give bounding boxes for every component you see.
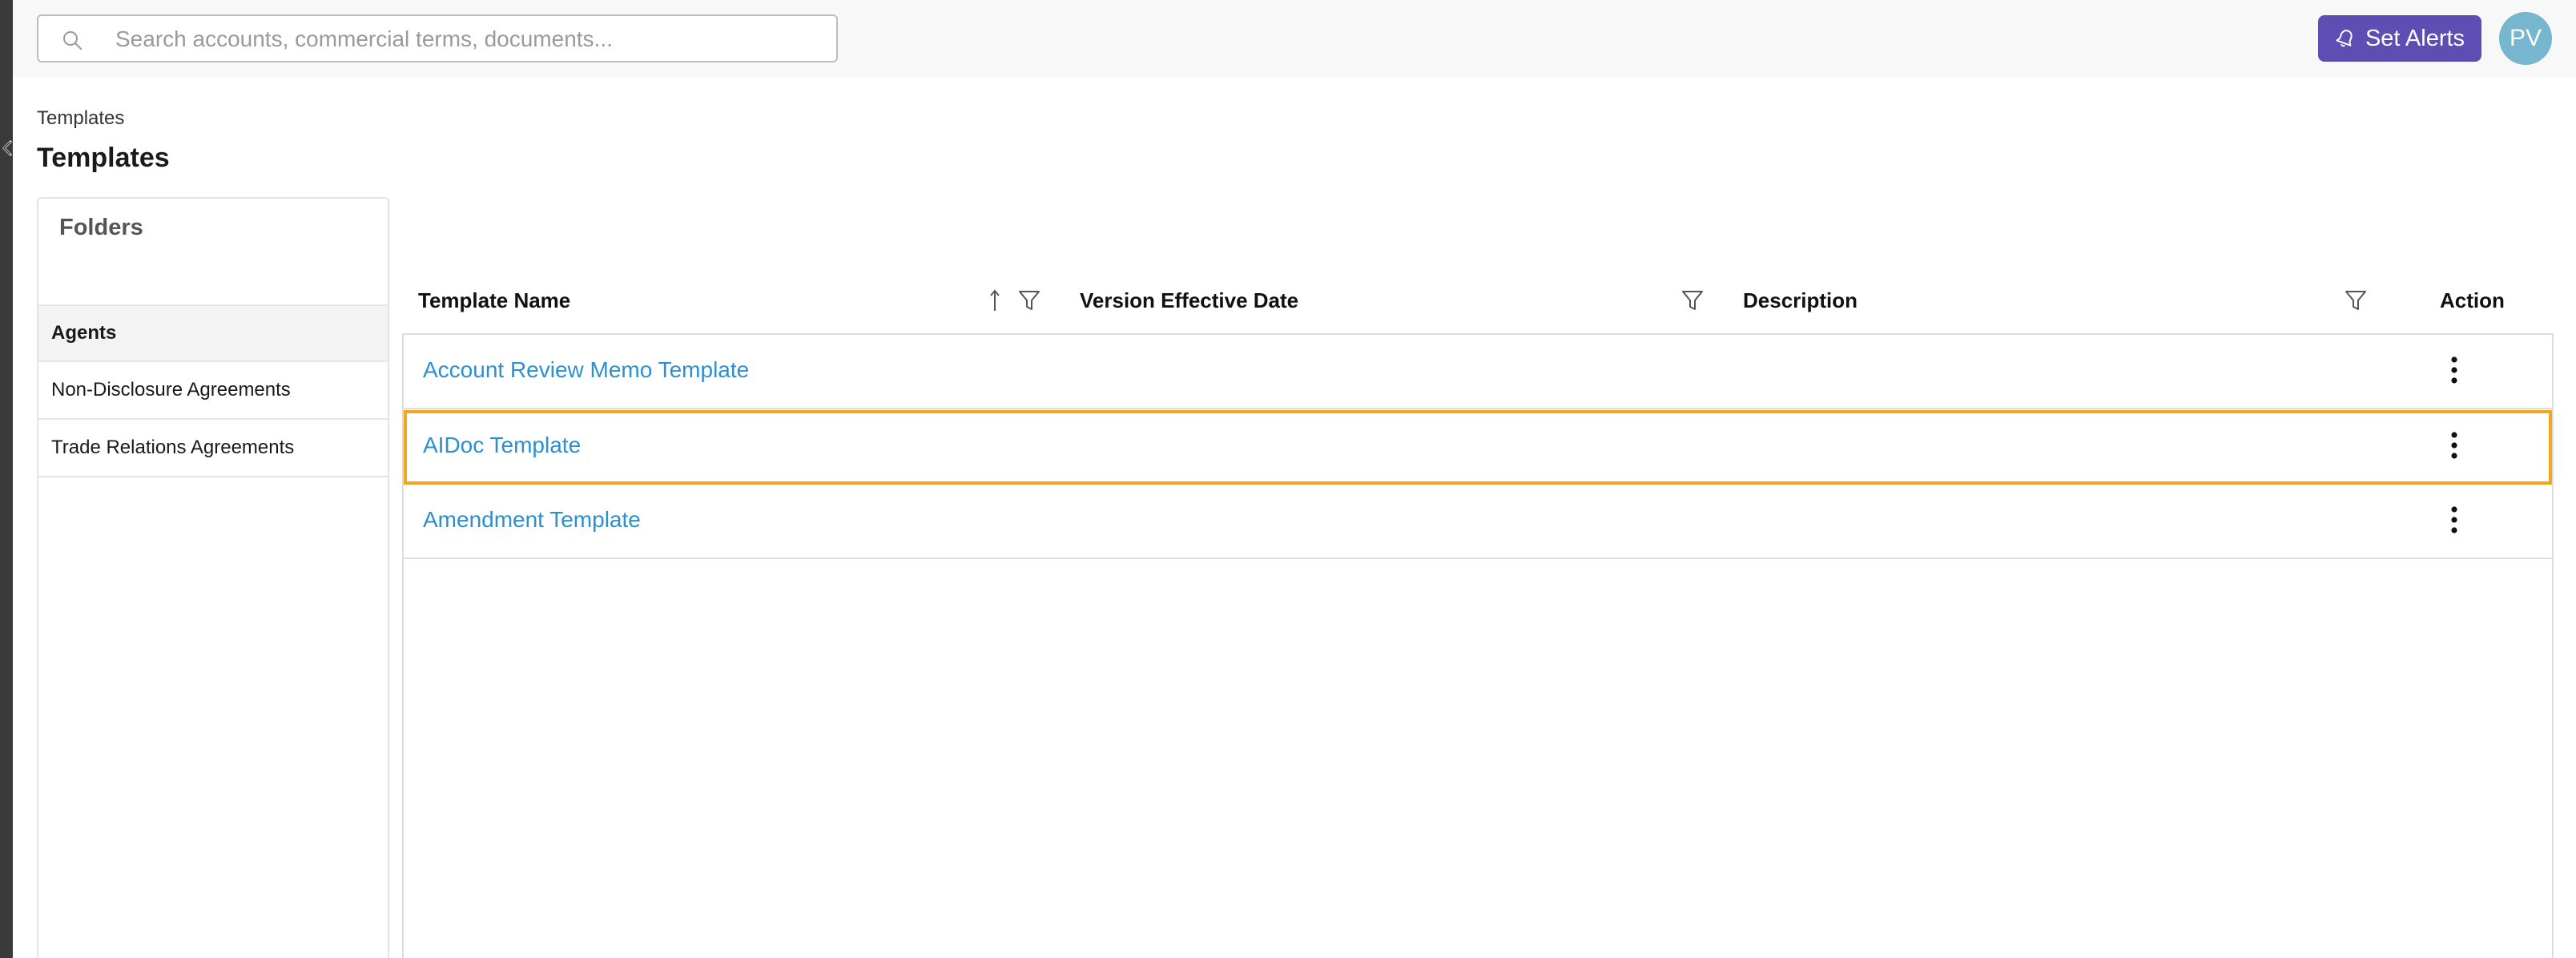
table-row[interactable]: Amendment Template [404, 485, 2552, 559]
folder-item-label: Non-Disclosure Agreements [51, 379, 291, 401]
table-row-selected[interactable]: AIDoc Template [404, 410, 2552, 485]
column-header-template-name[interactable]: Template Name [418, 272, 570, 328]
filter-icon[interactable] [1680, 287, 1705, 314]
column-header-description[interactable]: Description [1743, 272, 1858, 328]
folder-item-agents[interactable]: Agents [38, 304, 388, 362]
page-title: Templates [37, 143, 170, 173]
chevron-left-icon [2, 140, 12, 156]
column-label: Version Effective Date [1080, 288, 1299, 312]
folder-item-non-disclosure-agreements[interactable]: Non-Disclosure Agreements [38, 362, 388, 420]
column-header-version-effective-date[interactable]: Version Effective Date [1080, 272, 1298, 328]
user-avatar[interactable]: PV [2499, 12, 2552, 65]
search-box[interactable] [37, 14, 838, 62]
avatar-initials: PV [2509, 25, 2542, 51]
table-row[interactable]: Account Review Memo Template [404, 335, 2552, 409]
bell-icon [2336, 30, 2353, 47]
folder-list: Agents Non-Disclosure Agreements Trade R… [38, 304, 388, 477]
table-header: Template Name Version Effective Date Des… [402, 272, 2554, 328]
column-label: Action [2440, 288, 2505, 312]
row-action-button[interactable] [2438, 428, 2470, 463]
collapse-sidebar-button[interactable] [0, 133, 14, 163]
more-vertical-icon [2451, 506, 2457, 533]
app-root: Set Alerts PV Templates Templates Folder… [0, 0, 2576, 958]
column-header-action: Action [2440, 272, 2505, 328]
folders-panel: Folders Agents Non-Disclosure Agreements… [37, 197, 389, 958]
filter-icon[interactable] [2344, 287, 2368, 314]
row-action-button[interactable] [2438, 352, 2470, 388]
search-input[interactable] [115, 24, 820, 54]
column-label: Description [1743, 288, 1858, 312]
more-vertical-icon [2451, 356, 2457, 384]
sort-ascending-icon[interactable] [987, 287, 1003, 314]
templates-table: Account Review Memo Template AIDoc Templ… [402, 333, 2554, 958]
search-icon [63, 31, 82, 50]
breadcrumb[interactable]: Templates [37, 107, 124, 130]
template-name-link[interactable]: Account Review Memo Template [423, 357, 749, 383]
folder-item-trade-relations-agreements[interactable]: Trade Relations Agreements [38, 420, 388, 477]
folder-item-label: Trade Relations Agreements [51, 437, 295, 458]
set-alerts-button[interactable]: Set Alerts [2318, 15, 2481, 62]
template-name-link[interactable]: AIDoc Template [423, 433, 581, 458]
set-alerts-label: Set Alerts [2365, 25, 2465, 51]
row-action-button[interactable] [2438, 502, 2470, 537]
folders-title: Folders [59, 215, 143, 240]
folder-item-label: Agents [51, 322, 117, 344]
top-bar: Set Alerts PV [13, 0, 2576, 77]
more-vertical-icon [2451, 432, 2457, 459]
template-name-link[interactable]: Amendment Template [423, 507, 641, 533]
column-label: Template Name [418, 288, 571, 312]
filter-icon[interactable] [1017, 287, 1041, 314]
